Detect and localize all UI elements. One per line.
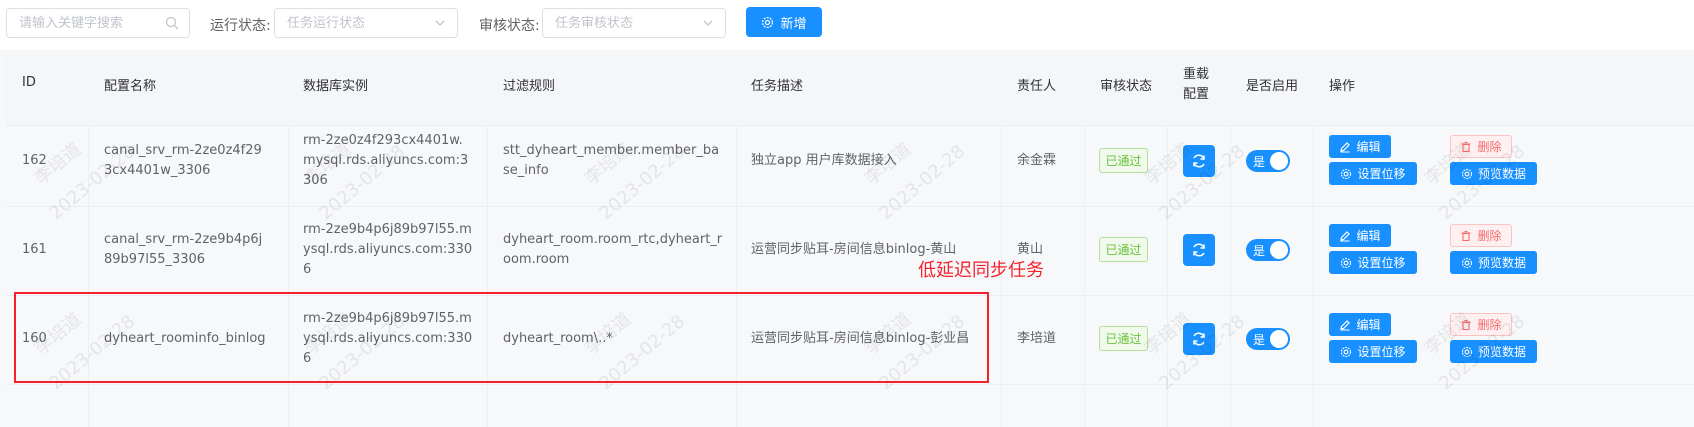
reload-config-button[interactable] [1183,145,1215,177]
cell-filter-rule: dyheart_room.room_rtc,dyheart_room.room [503,232,723,267]
cell-owner: 余金霖 [1017,153,1057,168]
edit-icon [1340,141,1351,152]
filter-bar: 运行状态: 审核状态: 新增 [0,0,1694,50]
switch-knob [1270,330,1288,348]
refresh-icon [1193,332,1205,346]
review-status-label: 审核状态: [479,18,540,34]
switch-knob [1270,152,1288,170]
edit-button-label: 编辑 [1356,140,1381,154]
run-status-select[interactable] [274,8,458,38]
header-task-desc: 任务描述 [751,79,804,94]
highlight-box [14,292,989,383]
edit-icon [1340,230,1351,241]
set-offset-button-label: 设置位移 [1357,345,1406,359]
chevron-down-icon [703,20,713,26]
preview-button[interactable]: 预览数据 [1450,340,1537,363]
header-owner: 责任人 [1017,79,1057,94]
header-id: ID [22,75,36,90]
search-icon[interactable] [165,16,179,30]
trash-icon [1461,230,1471,241]
header-filter-rule: 过滤规则 [503,79,556,94]
search-input[interactable] [7,9,189,37]
delete-button-label: 删除 [1477,318,1502,332]
set-offset-button-label: 设置位移 [1357,167,1406,181]
search-field[interactable] [6,8,190,38]
table-header: ID 配置名称 数据库实例 过滤规则 任务描述 责任人 审核状态 重载配置 是否… [6,50,1694,126]
trash-icon [1461,141,1471,152]
edit-button[interactable]: 编辑 [1329,313,1391,336]
preview-button[interactable]: 预览数据 [1450,162,1537,185]
review-status-input[interactable] [543,9,725,37]
gear-icon [762,16,774,28]
enabled-switch[interactable]: 是 [1246,150,1290,172]
preview-button[interactable]: 预览数据 [1450,251,1537,274]
reload-config-button[interactable] [1183,323,1215,355]
refresh-icon [1193,243,1205,257]
gear-icon [1461,168,1473,179]
gear-icon [1461,346,1473,357]
cell-db-instance: rm-2ze9b4p6j89b97l55.mysql.rds.aliyuncs.… [303,222,473,277]
gear-icon [1341,346,1352,357]
run-status-label: 运行状态: [210,18,271,34]
status-badge: 已通过 [1099,148,1148,173]
enabled-switch-label: 是 [1253,333,1266,347]
refresh-icon [1193,154,1205,168]
reload-config-button[interactable] [1183,234,1215,266]
chevron-down-icon [435,20,445,26]
header-enabled: 是否启用 [1246,79,1299,94]
gear-icon [1341,168,1352,179]
enabled-switch[interactable]: 是 [1246,239,1290,261]
add-button[interactable]: 新增 [746,7,822,37]
cell-filter-rule: stt_dyheart_member.member_base_info [503,143,720,178]
delete-button[interactable]: 删除 [1450,135,1512,158]
set-offset-button[interactable]: 设置位移 [1329,340,1417,363]
edit-button[interactable]: 编辑 [1329,135,1391,158]
edit-button[interactable]: 编辑 [1329,224,1391,247]
delete-button[interactable]: 删除 [1450,224,1512,247]
table-row: 161 canal_srv_rm-2ze9b4p6j89b97l55_3306 … [6,206,1694,296]
switch-knob [1270,241,1288,259]
run-status-input[interactable] [275,9,457,37]
header-db-instance: 数据库实例 [303,79,369,94]
annotation-text: 低延迟同步任务 [918,260,1044,281]
preview-button-label: 预览数据 [1477,345,1526,359]
set-offset-button-label: 设置位移 [1357,256,1406,270]
delete-button[interactable]: 删除 [1450,313,1512,336]
delete-button-label: 删除 [1477,140,1502,154]
cell-db-instance: rm-2ze0z4f293cx4401w.mysql.rds.aliyuncs.… [303,133,469,188]
cell-owner: 李培道 [1017,331,1057,346]
cell-id: 162 [22,153,47,168]
cell-id: 161 [22,242,47,257]
enabled-switch-label: 是 [1253,244,1266,258]
cell-config-name: canal_srv_rm-2ze0z4f293cx4401w_3306 [104,143,262,178]
header-actions: 操作 [1329,79,1356,94]
header-review-status: 审核状态 [1100,79,1153,94]
preview-button-label: 预览数据 [1477,256,1526,270]
header-config-name: 配置名称 [104,79,157,94]
review-status-select[interactable] [542,8,726,38]
delete-button-label: 删除 [1477,229,1502,243]
status-badge: 已通过 [1099,326,1148,351]
edit-icon [1340,319,1351,330]
edit-button-label: 编辑 [1356,318,1381,332]
gear-icon [1461,257,1473,268]
cell-task-desc: 独立app 用户库数据接入 [751,153,897,168]
set-offset-button[interactable]: 设置位移 [1329,162,1417,185]
status-badge: 已通过 [1099,237,1148,262]
preview-button-label: 预览数据 [1477,167,1526,181]
cell-config-name: canal_srv_rm-2ze9b4p6j89b97l55_3306 [104,232,263,267]
trash-icon [1461,319,1471,330]
header-reload-config: 重载配置 [1183,67,1210,102]
table-row: 162 canal_srv_rm-2ze0z4f293cx4401w_3306 … [6,117,1694,207]
enabled-switch[interactable]: 是 [1246,328,1290,350]
edit-button-label: 编辑 [1356,229,1381,243]
enabled-switch-label: 是 [1253,155,1266,169]
set-offset-button[interactable]: 设置位移 [1329,251,1417,274]
gear-icon [1341,257,1352,268]
add-button-label: 新增 [780,16,807,32]
